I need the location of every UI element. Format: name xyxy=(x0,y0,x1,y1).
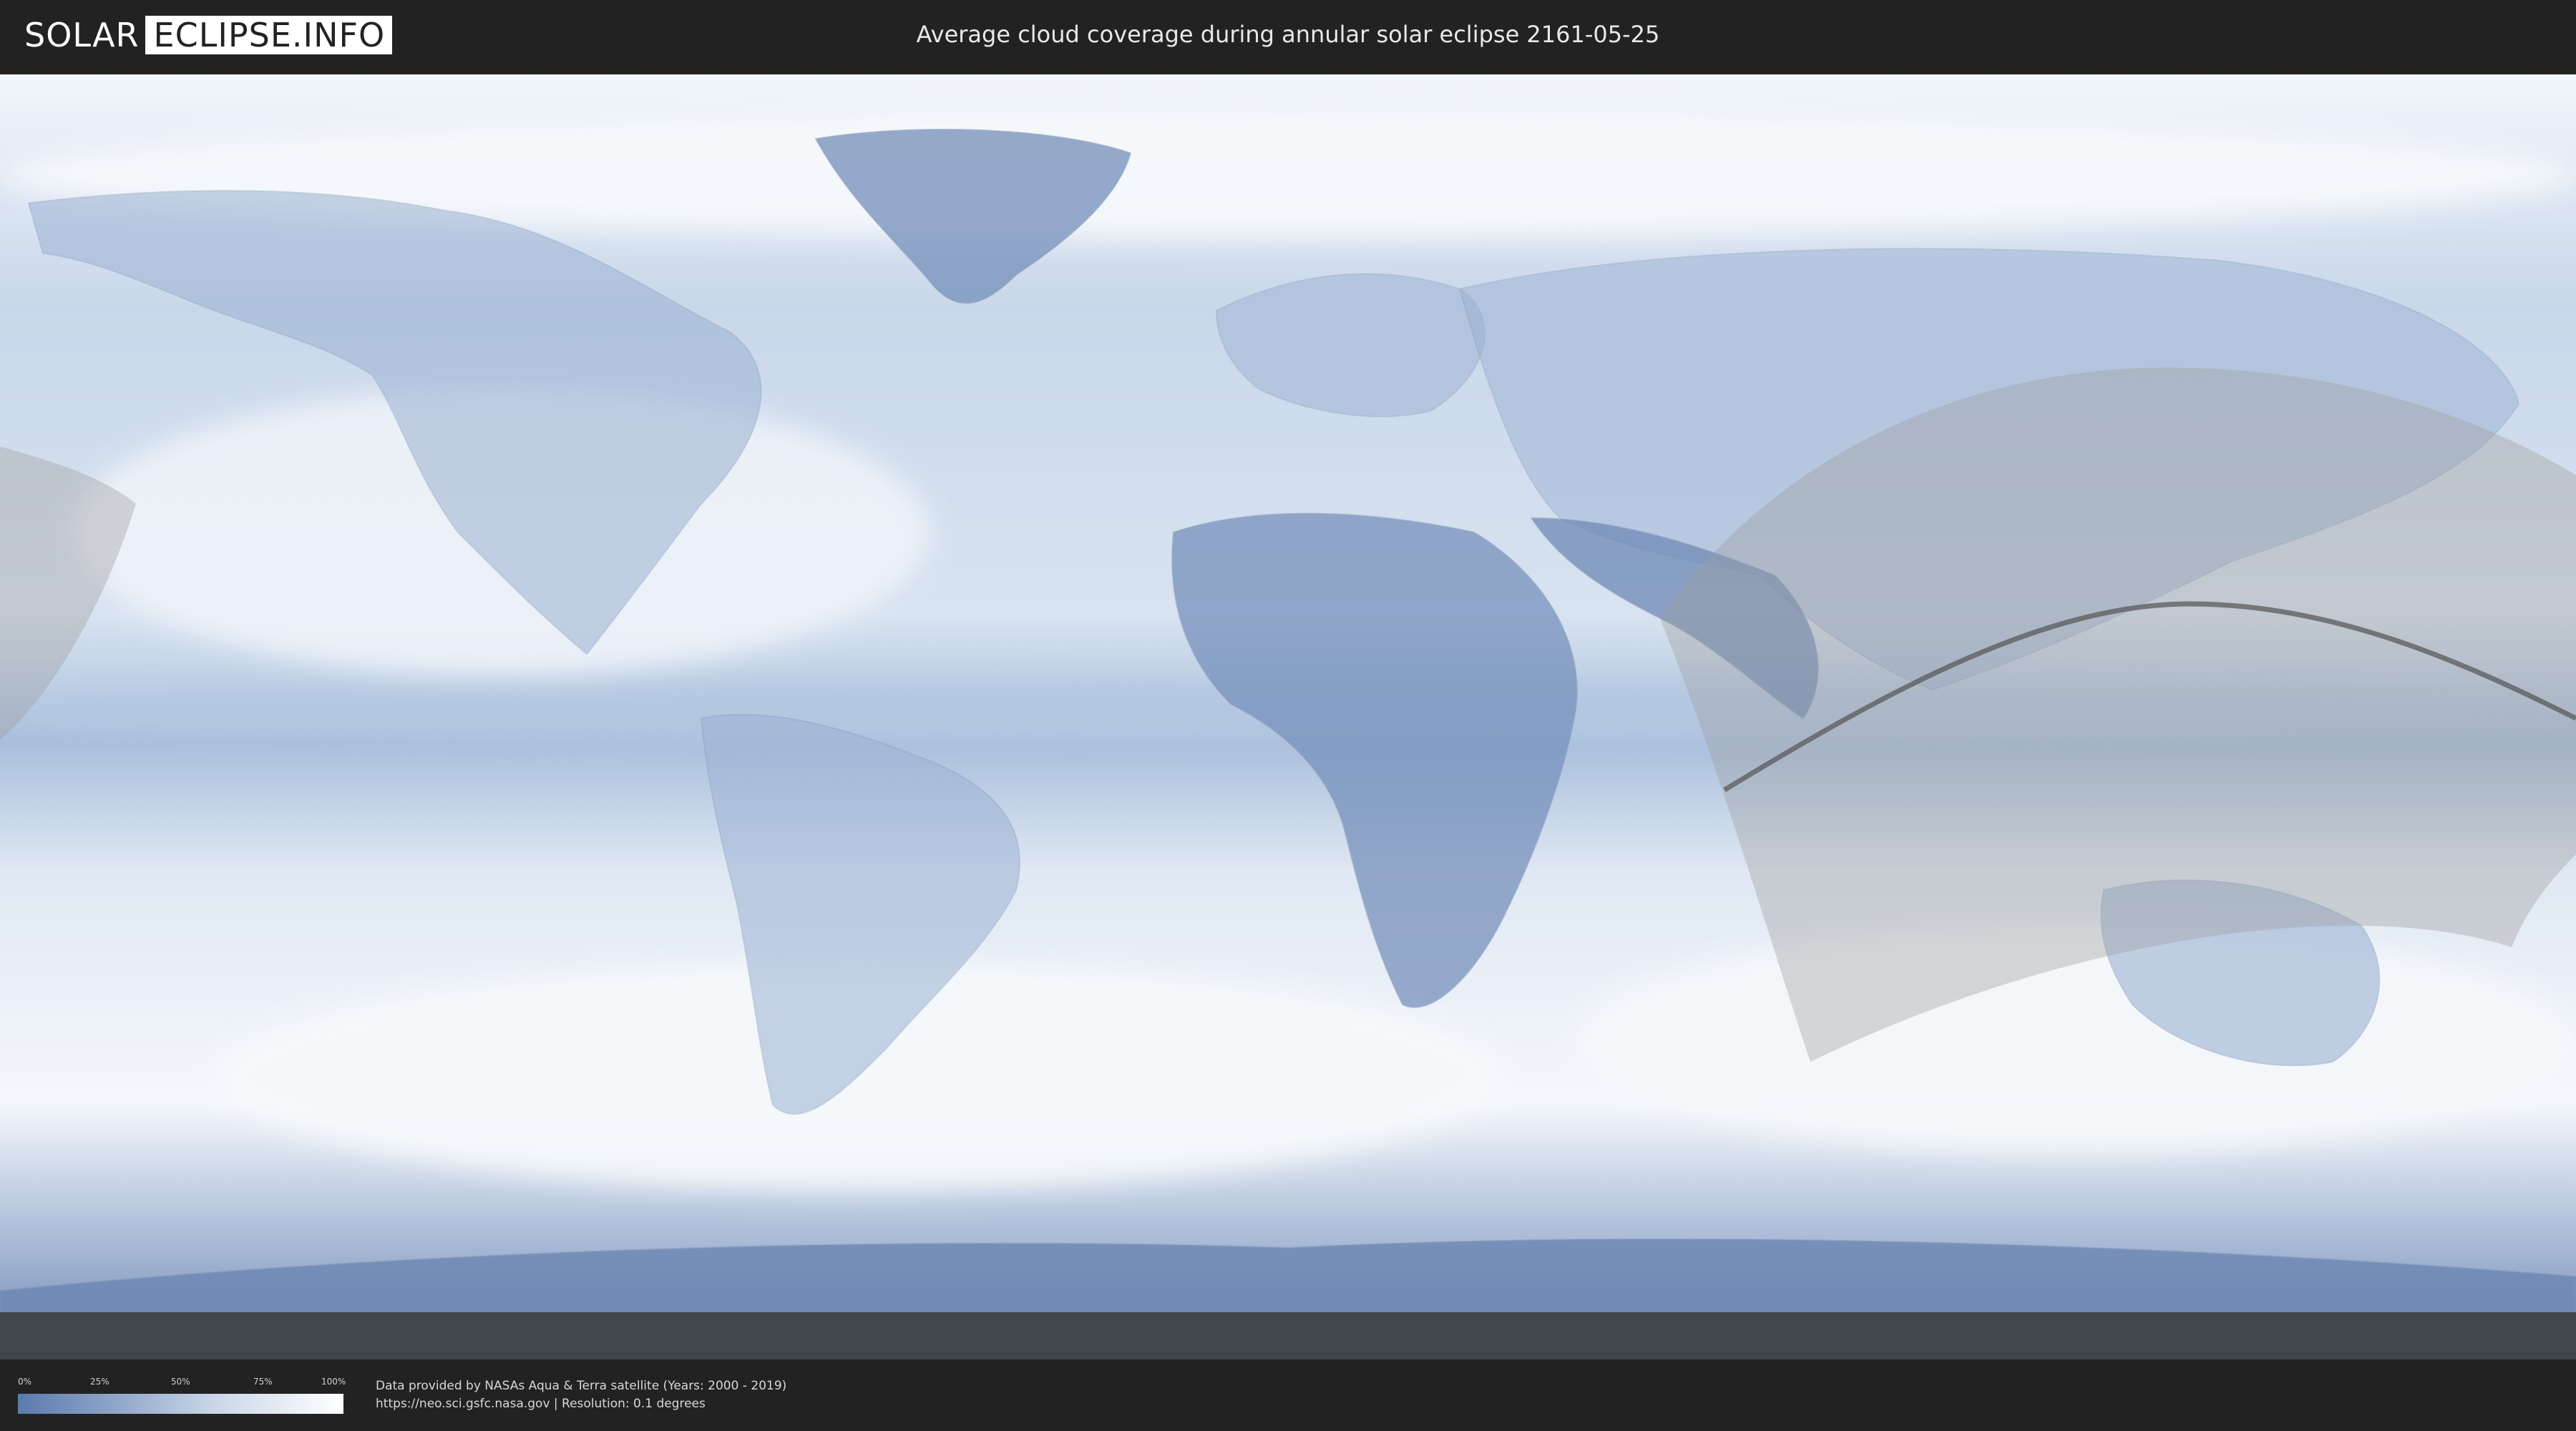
legend-tick-50: 50% xyxy=(171,1377,190,1387)
header-bar: SOLAR ECLIPSE.INFO Average cloud coverag… xyxy=(0,0,2576,72)
map-bottom-shade xyxy=(0,1312,2576,1359)
map-title: Average cloud coverage during annular so… xyxy=(916,21,1660,48)
data-credit-line: Data provided by NASAs Aqua & Terra sate… xyxy=(376,1379,787,1393)
legend-tick-0: 0% xyxy=(18,1377,32,1387)
cloud-coverage-map xyxy=(0,74,2576,1359)
legend-tick-100: 100% xyxy=(321,1377,346,1387)
legend-tick-25: 25% xyxy=(90,1377,109,1387)
map-canvas xyxy=(0,74,2576,1359)
cloud-coverage-legend-bar xyxy=(18,1394,343,1414)
legend-tick-75: 75% xyxy=(253,1377,273,1387)
footer-bar xyxy=(0,1359,2576,1431)
data-source-line: https://neo.sci.gsfc.nasa.gov | Resoluti… xyxy=(376,1397,706,1411)
